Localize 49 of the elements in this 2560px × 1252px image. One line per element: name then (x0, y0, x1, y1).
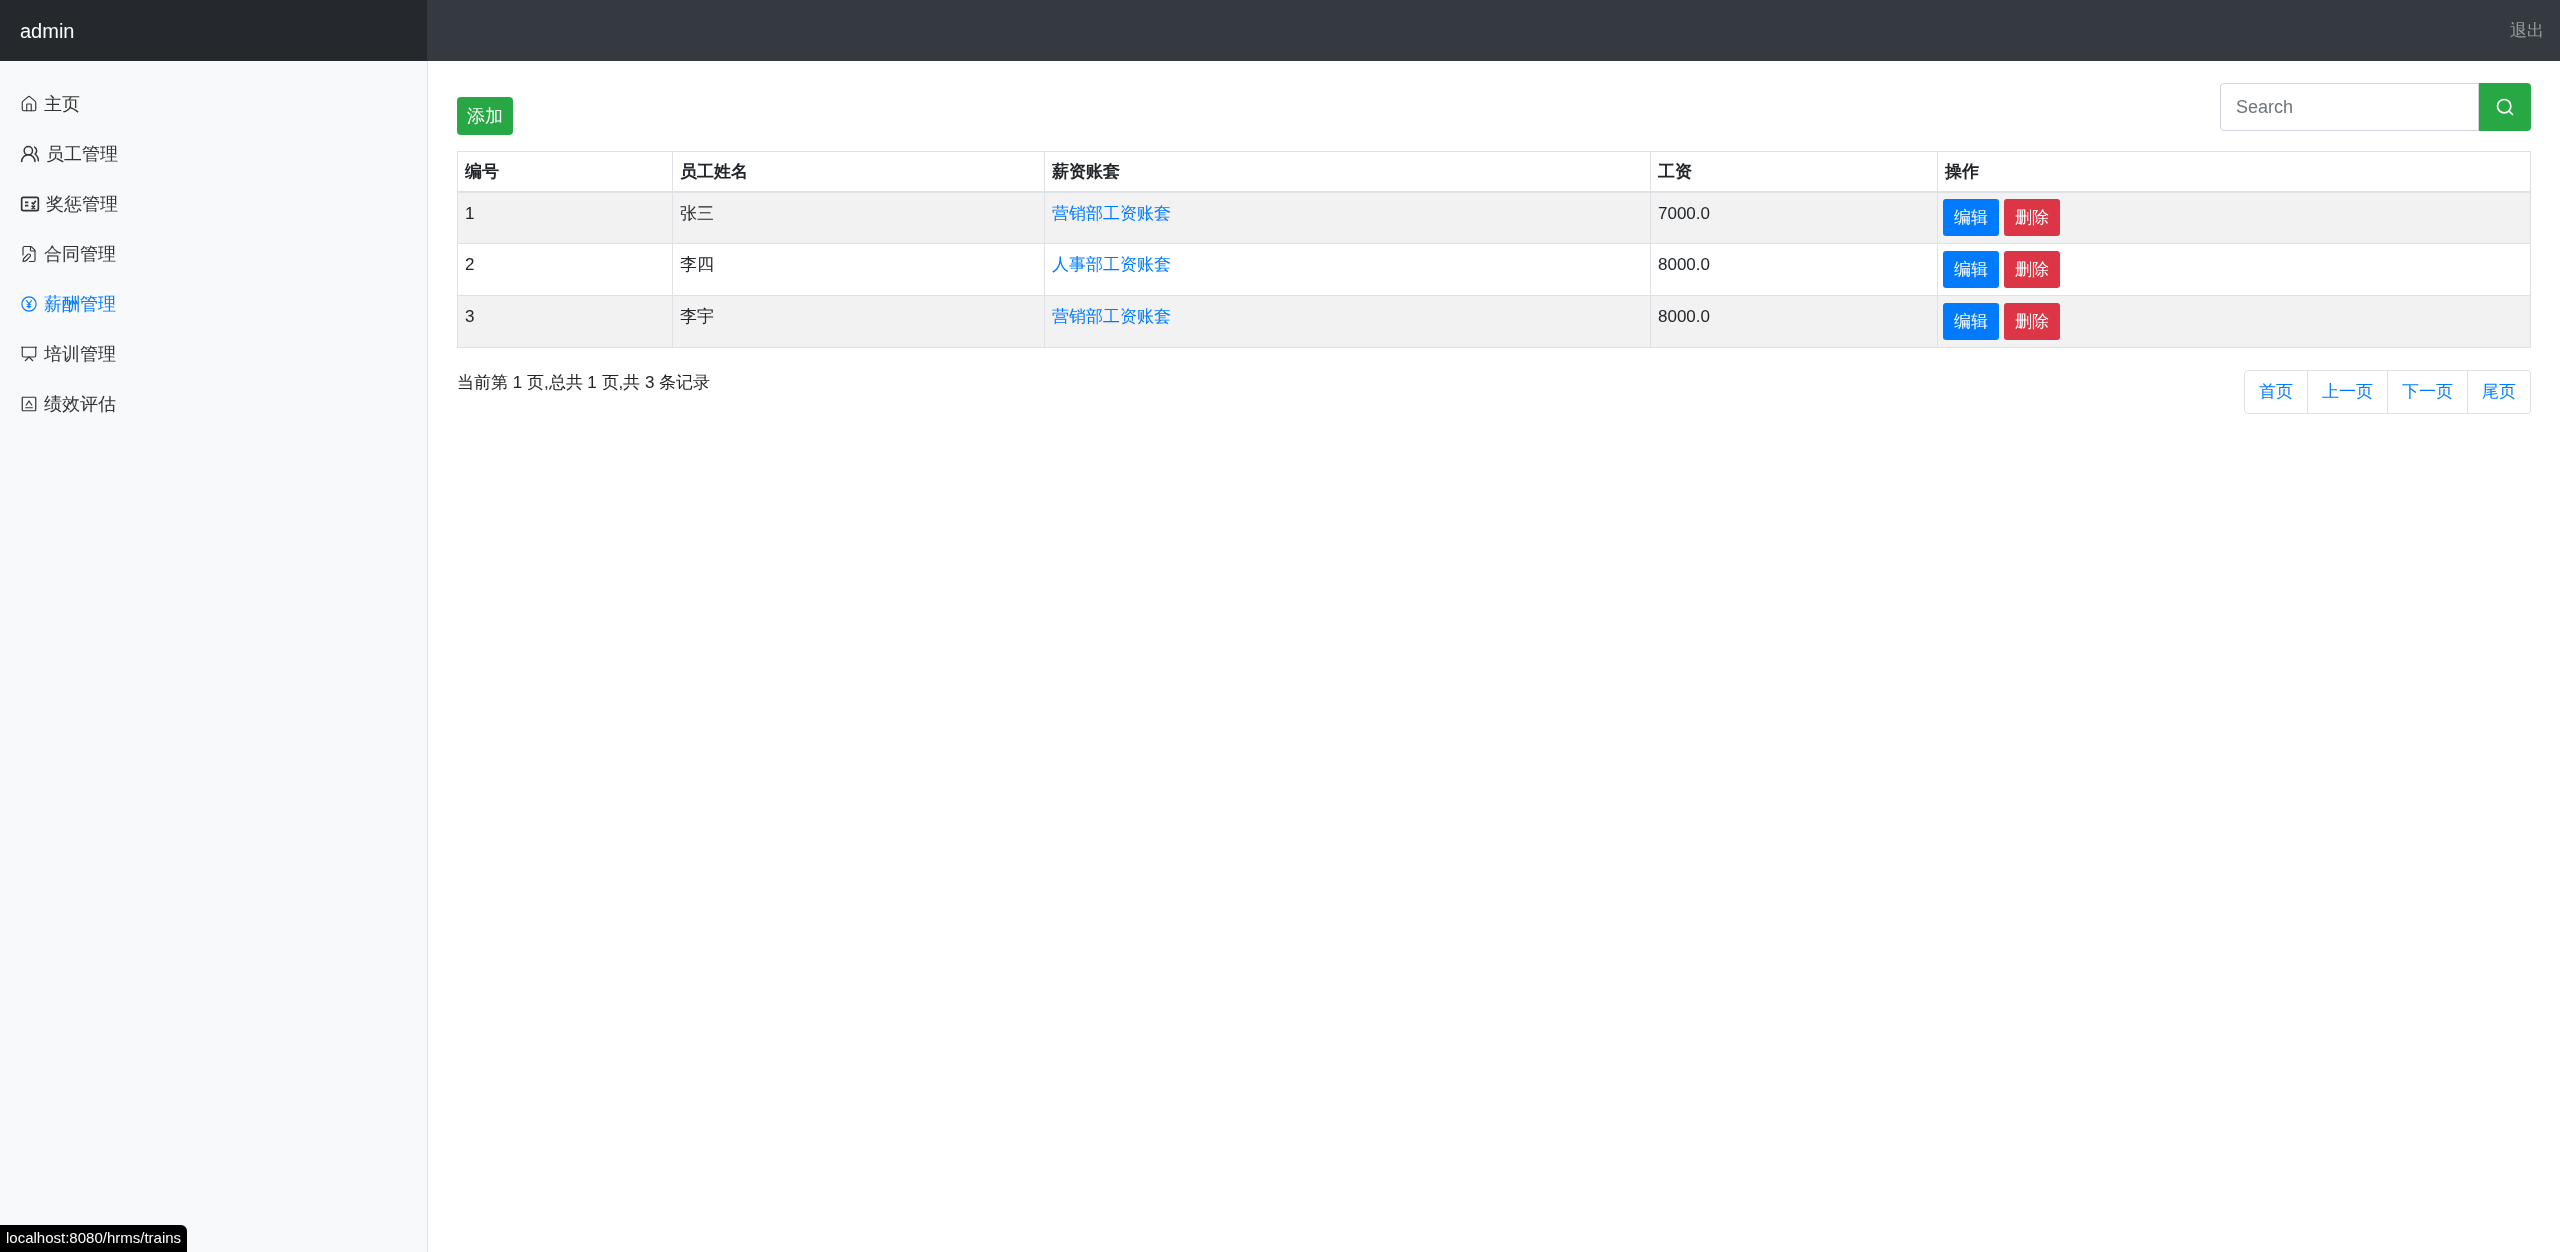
sidebar-item[interactable]: 主页 (0, 79, 427, 129)
edit-button[interactable]: 编辑 (1943, 303, 1999, 340)
users-icon (20, 144, 40, 164)
add-button[interactable]: 添加 (457, 97, 513, 135)
sidebar-item[interactable]: 奖惩管理 (0, 179, 427, 229)
column-header: 操作 (1937, 151, 2531, 192)
account-link[interactable]: 营销部工资账套 (1052, 203, 1171, 223)
logout-link[interactable]: 退出 (2510, 17, 2544, 44)
table-cell: 3 (457, 295, 673, 348)
table-cell: 1 (457, 191, 673, 244)
edit-button[interactable]: 编辑 (1943, 251, 1999, 288)
delete-button[interactable]: 删除 (2004, 251, 2060, 288)
edit-button[interactable]: 编辑 (1943, 199, 1999, 237)
page-summary: 当前第 1 页,总共 1 页,共 3 条记录 (457, 372, 711, 394)
yen-icon (20, 295, 38, 313)
column-header: 薪资账套 (1044, 151, 1651, 192)
table-cell: 8000.0 (1650, 295, 1938, 348)
checklist-icon (20, 194, 40, 214)
sidebar-item[interactable]: 培训管理 (0, 329, 427, 379)
table-cell: 李宇 (672, 295, 1045, 348)
table-cell: 李四 (672, 243, 1045, 296)
page-button[interactable]: 首页 (2245, 371, 2307, 413)
page-button[interactable]: 尾页 (2467, 371, 2530, 413)
status-url-tooltip: localhost:8080/hrms/trains (0, 1225, 188, 1252)
sidebar-item[interactable]: 绩效评估 (0, 379, 427, 429)
sidebar-item[interactable]: 合同管理 (0, 229, 427, 279)
search-button[interactable] (2479, 83, 2531, 131)
chart-document-icon (20, 395, 38, 413)
sidebar-item[interactable]: 薪酬管理 (0, 279, 427, 329)
table-cell: 8000.0 (1650, 243, 1938, 296)
search-icon (2495, 97, 2515, 117)
home-icon (20, 95, 38, 113)
table-cell: 张三 (672, 191, 1045, 244)
brand-title[interactable]: admin (20, 15, 75, 46)
column-header: 工资 (1650, 151, 1938, 192)
delete-button[interactable]: 删除 (2004, 303, 2060, 340)
presentation-icon (20, 345, 38, 363)
search-field[interactable]: Search (2220, 83, 2479, 131)
column-header: 编号 (457, 151, 673, 192)
page-button[interactable]: 下一页 (2387, 371, 2467, 413)
table-cell: 2 (457, 243, 673, 296)
column-header: 员工姓名 (672, 151, 1045, 192)
sidebar-item[interactable]: 员工管理 (0, 129, 427, 179)
document-pen-icon (20, 245, 38, 263)
page-button[interactable]: 上一页 (2307, 371, 2387, 413)
delete-button[interactable]: 删除 (2004, 199, 2060, 237)
account-link[interactable]: 人事部工资账套 (1052, 255, 1171, 274)
account-link[interactable]: 营销部工资账套 (1052, 307, 1171, 326)
table-cell: 7000.0 (1650, 191, 1938, 244)
